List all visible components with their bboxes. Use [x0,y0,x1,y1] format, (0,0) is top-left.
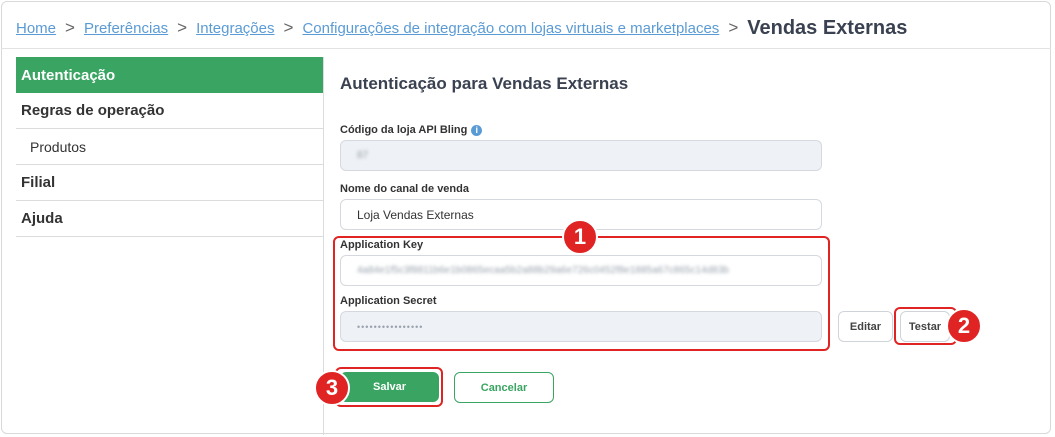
sidebar: Autenticação Regras de operação Produtos… [16,57,323,237]
channel-name-value: Loja Vendas Externas [357,207,474,222]
breadcrumb: Home > Preferências > Integrações > Conf… [16,14,907,42]
chevron-right-icon: > [177,18,188,37]
chevron-right-icon: > [283,18,294,37]
annotation-badge-2: 2 [946,308,982,344]
annotation-badge-3: 3 [314,370,350,406]
store-code-field: 87 [340,140,822,171]
page-title: Vendas Externas [747,16,908,39]
store-code-label-text: Código da loja API Bling [340,124,468,136]
highlight-save-button [335,367,443,407]
store-code-label: Código da loja API Bling i [340,124,483,136]
info-icon[interactable]: i [471,124,483,136]
section-title: Autenticação para Vendas Externas [340,74,629,93]
annotation-badge-1: 1 [562,219,598,255]
breadcrumb-integracoes[interactable]: Integrações [196,20,274,37]
chevron-right-icon: > [65,18,75,37]
sidebar-item-autenticacao[interactable]: Autenticação [16,57,323,93]
sidebar-item-ajuda[interactable]: Ajuda [16,201,323,237]
breadcrumb-configuracoes[interactable]: Configurações de integração com lojas vi… [302,20,719,37]
sidebar-item-regras-de-operacao[interactable]: Regras de operação [16,93,323,129]
header-divider [1,48,1051,49]
channel-name-label: Nome do canal de venda [340,183,469,195]
breadcrumb-preferencias[interactable]: Preferências [84,20,168,37]
breadcrumb-home[interactable]: Home [16,20,56,37]
store-code-value: 87 [357,150,369,161]
cancel-button[interactable]: Cancelar [454,372,554,403]
sidebar-item-filial[interactable]: Filial [16,165,323,201]
chevron-right-icon: > [728,18,739,37]
sidebar-item-produtos[interactable]: Produtos [16,129,323,165]
edit-button[interactable]: Editar [838,311,893,342]
